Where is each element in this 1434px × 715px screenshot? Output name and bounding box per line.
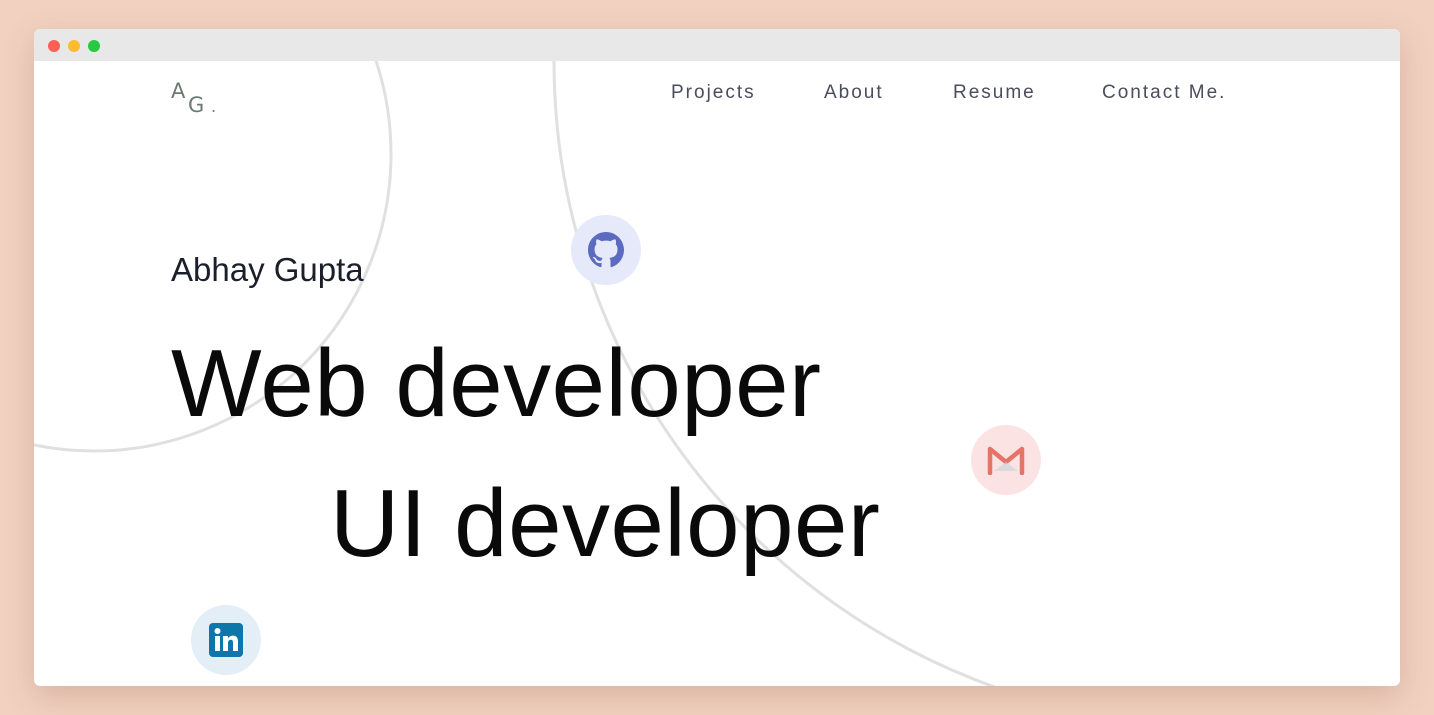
gmail-link[interactable] [971, 425, 1041, 495]
linkedin-icon [209, 623, 243, 657]
github-icon [588, 232, 624, 268]
main-nav: Projects About Resume Contact Me. [34, 82, 1400, 112]
hero-role-ui-developer: UI developer [330, 470, 881, 577]
linkedin-link[interactable] [191, 605, 261, 675]
browser-window: A G . Projects About Resume Contact Me. … [34, 29, 1400, 686]
page-content: A G . Projects About Resume Contact Me. … [34, 61, 1400, 686]
window-titlebar [34, 29, 1400, 61]
close-window-button[interactable] [48, 40, 60, 52]
github-link[interactable] [571, 215, 641, 285]
nav-link-resume[interactable]: Resume [953, 82, 1036, 104]
hero-name: Abhay Gupta [171, 251, 364, 288]
minimize-window-button[interactable] [68, 40, 80, 52]
nav-link-contact[interactable]: Contact Me. [1102, 82, 1226, 104]
maximize-window-button[interactable] [88, 40, 100, 52]
nav-link-projects[interactable]: Projects [671, 82, 756, 104]
gmail-icon [987, 446, 1025, 475]
hero-role-web-developer: Web developer [171, 330, 822, 437]
nav-link-about[interactable]: About [824, 82, 884, 104]
